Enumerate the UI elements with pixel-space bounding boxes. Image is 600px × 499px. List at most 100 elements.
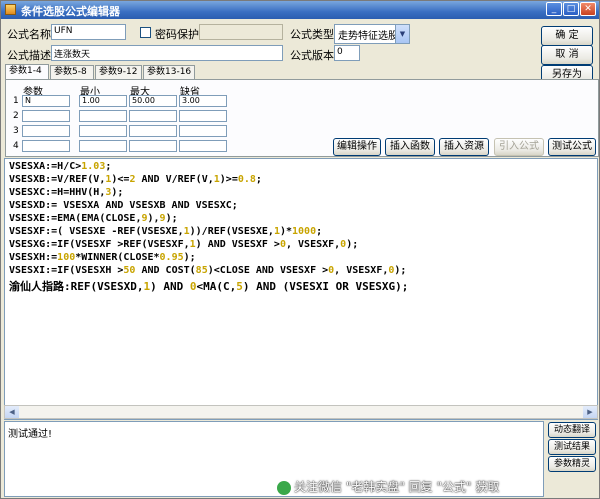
code-line: VSESXE:=EMA(EMA(CLOSE,9),9); (9, 213, 178, 224)
code-var: 渝仙人指路: (9, 280, 71, 293)
code-expr: VSESXA AND VSESXB AND VSESXC; (57, 200, 238, 211)
tab-params-5-8[interactable]: 参数5-8 (50, 65, 94, 79)
param-min-cell[interactable] (79, 140, 127, 152)
code-var: VSESXH:= (9, 252, 58, 263)
code-text: ( VSESXE -REF(VSESXE, (57, 226, 184, 237)
code-text: ) AND (VSESXI OR VSESXG); (242, 280, 409, 293)
param-min-cell[interactable]: 1.00 (79, 95, 127, 107)
code-text: AND V/REF(V, (135, 174, 214, 185)
param-max-cell[interactable] (129, 110, 177, 122)
row-number: 2 (13, 111, 19, 121)
insert-function-button[interactable]: 插入函数 (385, 138, 435, 156)
code-line: VSESXF:=( VSESXE -REF(VSESXE,1))/REF(VSE… (9, 226, 322, 237)
formula-name-input[interactable]: UFN (51, 24, 126, 40)
tab-params-13-16[interactable]: 参数13-16 (143, 65, 195, 79)
code-text: ) AND (150, 280, 190, 293)
code-var: VSESXG:= (9, 239, 58, 250)
code-line: VSESXB:=V/REF(V,1)<=2 AND V/REF(V,1)>=0.… (9, 174, 262, 185)
param-max-cell[interactable] (129, 125, 177, 137)
maximize-icon[interactable]: □ (563, 2, 579, 16)
code-text: *WINNER(CLOSE* (75, 252, 160, 263)
code-expr: H/C>1.03; (57, 161, 111, 172)
tab-params-9-12[interactable]: 参数9-12 (95, 65, 142, 79)
code-text: V/REF(V, (57, 174, 106, 185)
code-text: VSESXA AND VSESXB AND VSESXC; (57, 200, 238, 211)
title-bar: 条件选股公式编辑器 _ □ ✕ (1, 1, 599, 19)
code-var: VSESXE:= (9, 213, 58, 224)
minimize-icon[interactable]: _ (546, 2, 562, 16)
code-editor[interactable]: VSESXA:=H/C>1.03; VSESXB:=V/REF(V,1)<=2 … (4, 158, 598, 420)
edit-operation-button[interactable]: 编辑操作 (333, 138, 381, 156)
formula-version-label: 公式版本 (290, 49, 334, 62)
param-max-cell[interactable]: 50.00 (129, 95, 177, 107)
code-text: ; (255, 174, 262, 185)
app-icon (5, 4, 16, 15)
editor-horizontal-scrollbar[interactable]: ◀ ▶ (4, 405, 598, 419)
password-label: 密码保护 (155, 28, 199, 41)
param-default-cell[interactable] (179, 110, 227, 122)
code-text: IF(VSESXF >REF(VSESXF, (57, 239, 190, 250)
close-icon[interactable]: ✕ (580, 2, 596, 16)
code-line: 渝仙人指路:REF(VSESXD,1) AND 0<MA(C,5) AND (V… (9, 278, 408, 294)
param-default-cell[interactable] (179, 125, 227, 137)
code-line: VSESXD:= VSESXA AND VSESXB AND VSESXC; (9, 200, 238, 211)
code-number: 1.03 (81, 161, 106, 172)
code-text: )>= (219, 174, 238, 185)
param-wizard-button[interactable]: 参数精灵 (548, 456, 596, 472)
row-number: 3 (13, 126, 19, 136)
code-expr: EMA(EMA(CLOSE,9),9); (57, 213, 177, 224)
param-name-cell[interactable] (22, 125, 70, 137)
param-max-cell[interactable] (129, 140, 177, 152)
code-text: ); (394, 265, 407, 276)
code-text: , VSESXF, (334, 265, 389, 276)
code-var: VSESXD:= (9, 200, 58, 211)
import-formula-button[interactable]: 引入公式 (494, 138, 544, 156)
row-number: 1 (13, 96, 19, 106)
code-text: ), (147, 213, 160, 224)
insert-resource-button[interactable]: 插入资源 (439, 138, 489, 156)
param-name-cell[interactable]: N (22, 95, 70, 107)
code-var: VSESXF:= (9, 226, 58, 237)
code-expr: ( VSESXE -REF(VSESXE,1))/REF(VSESXE,1)*1… (57, 226, 322, 237)
test-formula-button[interactable]: 测试公式 (548, 138, 596, 156)
scroll-right-icon[interactable]: ▶ (583, 406, 597, 418)
ok-button[interactable]: 确 定 (541, 26, 593, 46)
param-name-cell[interactable] (22, 140, 70, 152)
param-default-cell[interactable] (179, 140, 227, 152)
tab-params-1-4[interactable]: 参数1-4 (5, 64, 49, 80)
param-min-cell[interactable] (79, 110, 127, 122)
code-line: VSESXH:=100*WINNER(CLOSE*0.95); (9, 252, 196, 263)
scroll-left-icon[interactable]: ◀ (5, 406, 19, 418)
password-checkbox[interactable] (140, 27, 151, 38)
code-var: VSESXB:= (9, 174, 58, 185)
test-result-button[interactable]: 测试结果 (548, 439, 596, 455)
formula-type-label: 公式类型 (290, 28, 334, 41)
formula-version-input[interactable]: 0 (334, 45, 360, 61)
formula-type-select[interactable]: 走势特征选股 ▼ (334, 24, 410, 44)
code-expr: V/REF(V,1)<=2 AND V/REF(V,1)>=0.8; (57, 174, 262, 185)
code-text: ); (183, 252, 196, 263)
code-text: AND COST( (135, 265, 196, 276)
formula-desc-input[interactable]: 连涨数天 (51, 45, 283, 61)
window-title: 条件选股公式编辑器 (21, 5, 120, 18)
dynamic-translate-button[interactable]: 动态翻译 (548, 422, 596, 438)
cancel-button[interactable]: 取 消 (541, 45, 593, 65)
password-input[interactable] (199, 24, 283, 40)
code-text: ); (346, 239, 359, 250)
code-expr: 100*WINNER(CLOSE*0.95); (57, 252, 196, 263)
param-panel: 参数 最小 最大 缺省 1 N 1.00 50.00 3.00 2 3 4 编辑… (5, 79, 599, 157)
param-min-cell[interactable] (79, 125, 127, 137)
code-number: 1000 (292, 226, 317, 237)
formula-desc-label: 公式描述 (7, 49, 51, 62)
formula-name-label: 公式名称 (7, 28, 51, 41)
param-default-cell[interactable]: 3.00 (179, 95, 227, 107)
param-name-cell[interactable] (22, 110, 70, 122)
code-text: ; (105, 161, 112, 172)
row-number: 4 (13, 141, 19, 151)
code-var: VSESXC:= (9, 187, 58, 198)
code-expr: H=HHV(H,3); (57, 187, 123, 198)
code-text: )<= (111, 174, 130, 185)
code-text: ); (165, 213, 178, 224)
watermark-text: 关注微信 "老韩实盘" 回复 "公式" 获取 (294, 480, 500, 494)
dropdown-arrow-icon[interactable]: ▼ (395, 25, 409, 43)
